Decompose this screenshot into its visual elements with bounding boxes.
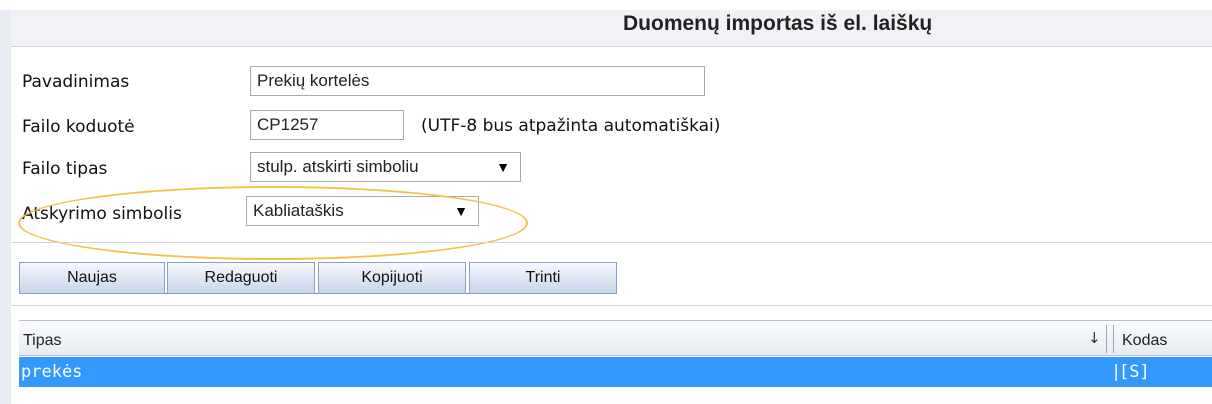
name-label: Pavadinimas (22, 72, 130, 92)
top-bar (0, 0, 1212, 10)
triangle-down-icon: ▼ (496, 159, 510, 175)
form-divider (11, 242, 1212, 243)
highlight-ellipse (18, 186, 528, 260)
grid-header: Tipas ↓ Kodas (19, 320, 1212, 356)
copy-button[interactable]: Kopijuoti (318, 262, 466, 294)
encoding-label: Failo koduotė (22, 117, 135, 137)
filetype-select-value: stulp. atskirti simboliu (257, 157, 419, 176)
column-separator[interactable] (1106, 325, 1107, 353)
filetype-label: Failo tipas (22, 159, 108, 179)
filetype-select[interactable]: stulp. atskirti simboliu ▼ (250, 152, 521, 182)
column-header-kodas[interactable]: Kodas (1122, 321, 1167, 355)
cell-kodas: [S] (1119, 362, 1150, 382)
page-title: Duomenų importas iš el. laiškų (623, 12, 933, 35)
left-strip (0, 10, 11, 404)
page-header: Duomenų importas iš el. laiškų (11, 10, 1212, 46)
name-input[interactable]: Prekių kortelės (250, 66, 705, 96)
header-divider (11, 46, 1212, 47)
table-row[interactable]: prekės | [S] (19, 357, 1212, 387)
column-header-tipas[interactable]: Tipas (23, 321, 62, 355)
delete-button[interactable]: Trinti (469, 262, 617, 294)
sort-down-icon[interactable]: ↓ (1088, 329, 1101, 347)
cell-tipas: prekės (21, 362, 83, 382)
new-button[interactable]: Naujas (19, 262, 165, 294)
encoding-input[interactable]: CP1257 (250, 110, 404, 140)
edit-button[interactable]: Redaguoti (167, 262, 315, 294)
encoding-hint: (UTF-8 bus atpažinta automatiškai) (421, 116, 721, 136)
toolbar-divider (11, 305, 1212, 306)
column-separator[interactable] (1113, 325, 1114, 353)
